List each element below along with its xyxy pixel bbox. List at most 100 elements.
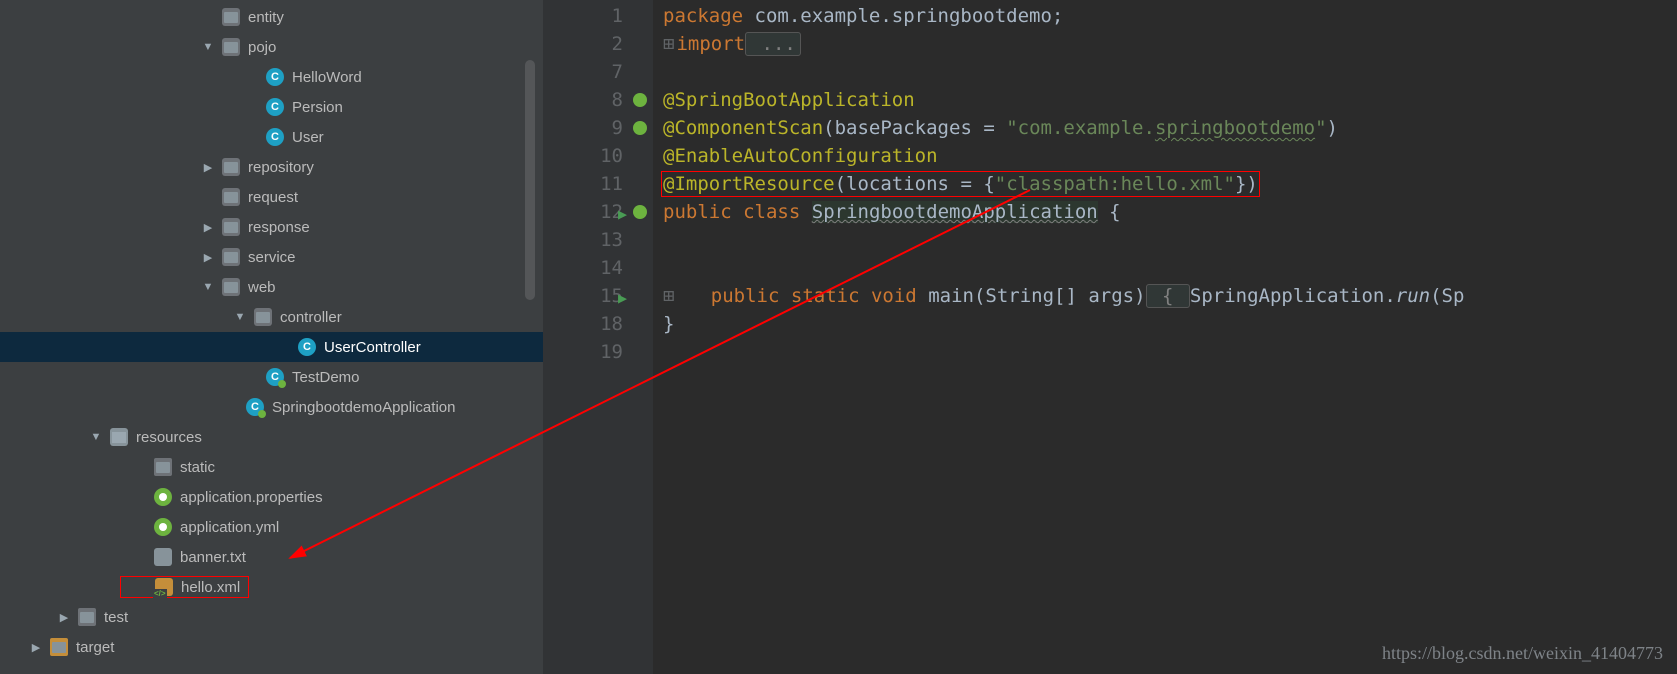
tree-label: resources (136, 429, 202, 446)
line-number: 11 (543, 170, 653, 198)
tree-label: application.yml (180, 519, 279, 536)
attr-name: locations (846, 173, 949, 195)
annotation: @ImportResource (663, 173, 835, 195)
spring-config-icon (154, 488, 172, 506)
tree-label: entity (248, 9, 284, 26)
chevron-down-icon[interactable] (232, 311, 248, 323)
chevron-right-icon[interactable] (200, 251, 216, 264)
editor-gutter: 1 2 7 8 9 10 11 12 13 14 15 18 19 (543, 0, 653, 674)
tree-item-persion[interactable]: C Persion (0, 92, 543, 122)
tree-label: SpringbootdemoApplication (272, 399, 455, 416)
tree-item-usercontroller[interactable]: C UserController (0, 332, 543, 362)
tree-label: repository (248, 159, 314, 176)
keyword: void (871, 285, 917, 307)
tree-label: controller (280, 309, 342, 326)
line-number: 19 (543, 338, 653, 366)
tree-item-entity[interactable]: entity (0, 2, 543, 32)
code-content[interactable]: package com.example.springbootdemo; ⊞imp… (653, 0, 1677, 674)
tree-label: pojo (248, 39, 276, 56)
code-editor[interactable]: 1 2 7 8 9 10 11 12 13 14 15 18 19 packag… (543, 0, 1677, 674)
class-icon: C (298, 338, 316, 356)
paren: }) (1235, 173, 1258, 195)
package-icon (222, 218, 240, 236)
spring-class-icon: C (266, 368, 284, 386)
chevron-down-icon[interactable] (88, 431, 104, 443)
tree-item-request[interactable]: request (0, 182, 543, 212)
scrollbar-thumb[interactable] (525, 60, 535, 300)
chevron-down-icon[interactable] (200, 41, 216, 53)
class-name: SpringbootdemoApplication (812, 201, 1098, 223)
tree-item-pojo[interactable]: pojo (0, 32, 543, 62)
brace: } (663, 313, 674, 335)
line-number: 7 (543, 58, 653, 86)
line-number: 10 (543, 142, 653, 170)
attr-name: basePackages (835, 117, 972, 139)
line-number: 1 (543, 2, 653, 30)
call-args: (Sp (1430, 285, 1464, 307)
tree-item-helloword[interactable]: C HelloWord (0, 62, 543, 92)
tree-item-resources[interactable]: resources (0, 422, 543, 452)
brace: { (1098, 201, 1121, 223)
xml-file-icon (155, 578, 173, 596)
tree-item-static[interactable]: static (0, 452, 543, 482)
fold-icon[interactable]: ⊞ (663, 33, 674, 55)
tree-label: target (76, 639, 114, 656)
line-number: 13 (543, 226, 653, 254)
string: "com.example. (1006, 117, 1155, 139)
class-icon: C (266, 68, 284, 86)
keyword: static (791, 285, 860, 307)
class-icon: C (266, 98, 284, 116)
tree-item-app-properties[interactable]: application.properties (0, 482, 543, 512)
tree-item-hello-xml[interactable]: hello.xml (0, 572, 543, 602)
tree-item-test[interactable]: test (0, 602, 543, 632)
tree-label: static (180, 459, 215, 476)
tree-item-user[interactable]: C User (0, 122, 543, 152)
tree-item-target[interactable]: target (0, 632, 543, 662)
chevron-right-icon[interactable] (200, 161, 216, 174)
chevron-right-icon[interactable] (56, 611, 72, 624)
class-icon: C (266, 128, 284, 146)
line-number: 15 (543, 282, 653, 310)
call: SpringApplication. (1190, 285, 1396, 307)
tree-item-app-yml[interactable]: application.yml (0, 512, 543, 542)
tree-label: User (292, 129, 324, 146)
line-number: 2 (543, 30, 653, 58)
chevron-down-icon[interactable] (200, 281, 216, 293)
annotation: @SpringBootApplication (663, 89, 915, 111)
tree-item-service[interactable]: service (0, 242, 543, 272)
spring-class-icon: C (246, 398, 264, 416)
package-icon (254, 308, 272, 326)
paren: ) (1327, 117, 1338, 139)
line-number: 14 (543, 254, 653, 282)
tree-item-banner-txt[interactable]: banner.txt (0, 542, 543, 572)
tree-label: Persion (292, 99, 343, 116)
equals: = (972, 117, 1006, 139)
tree-item-testdemo[interactable]: C TestDemo (0, 362, 543, 392)
target-folder-icon (50, 638, 68, 656)
keyword: package (663, 5, 743, 27)
keyword: public (663, 201, 732, 223)
tree-item-repository[interactable]: repository (0, 152, 543, 182)
tree-label: request (248, 189, 298, 206)
chevron-right-icon[interactable] (200, 221, 216, 234)
folded-block[interactable]: { (1146, 284, 1190, 308)
tree-label: HelloWord (292, 69, 362, 86)
tree-label: TestDemo (292, 369, 360, 386)
tree-item-web[interactable]: web (0, 272, 543, 302)
chevron-right-icon[interactable] (28, 641, 44, 654)
tree-label: test (104, 609, 128, 626)
package-icon (222, 278, 240, 296)
folded-block[interactable]: ... (745, 32, 801, 56)
string: "classpath:hello.xml" (995, 173, 1235, 195)
package-name: com.example.springbootdemo; (743, 5, 1063, 27)
tree-item-controller[interactable]: controller (0, 302, 543, 332)
line-number: 18 (543, 310, 653, 338)
package-icon (222, 38, 240, 56)
method-args: (String[] args) (974, 285, 1146, 307)
line-number: 8 (543, 86, 653, 114)
tree-item-springbootdemoapp[interactable]: C SpringbootdemoApplication (0, 392, 543, 422)
tree-label: service (248, 249, 296, 266)
package-icon (222, 248, 240, 266)
fold-icon[interactable]: ⊞ (663, 285, 674, 307)
tree-item-response[interactable]: response (0, 212, 543, 242)
